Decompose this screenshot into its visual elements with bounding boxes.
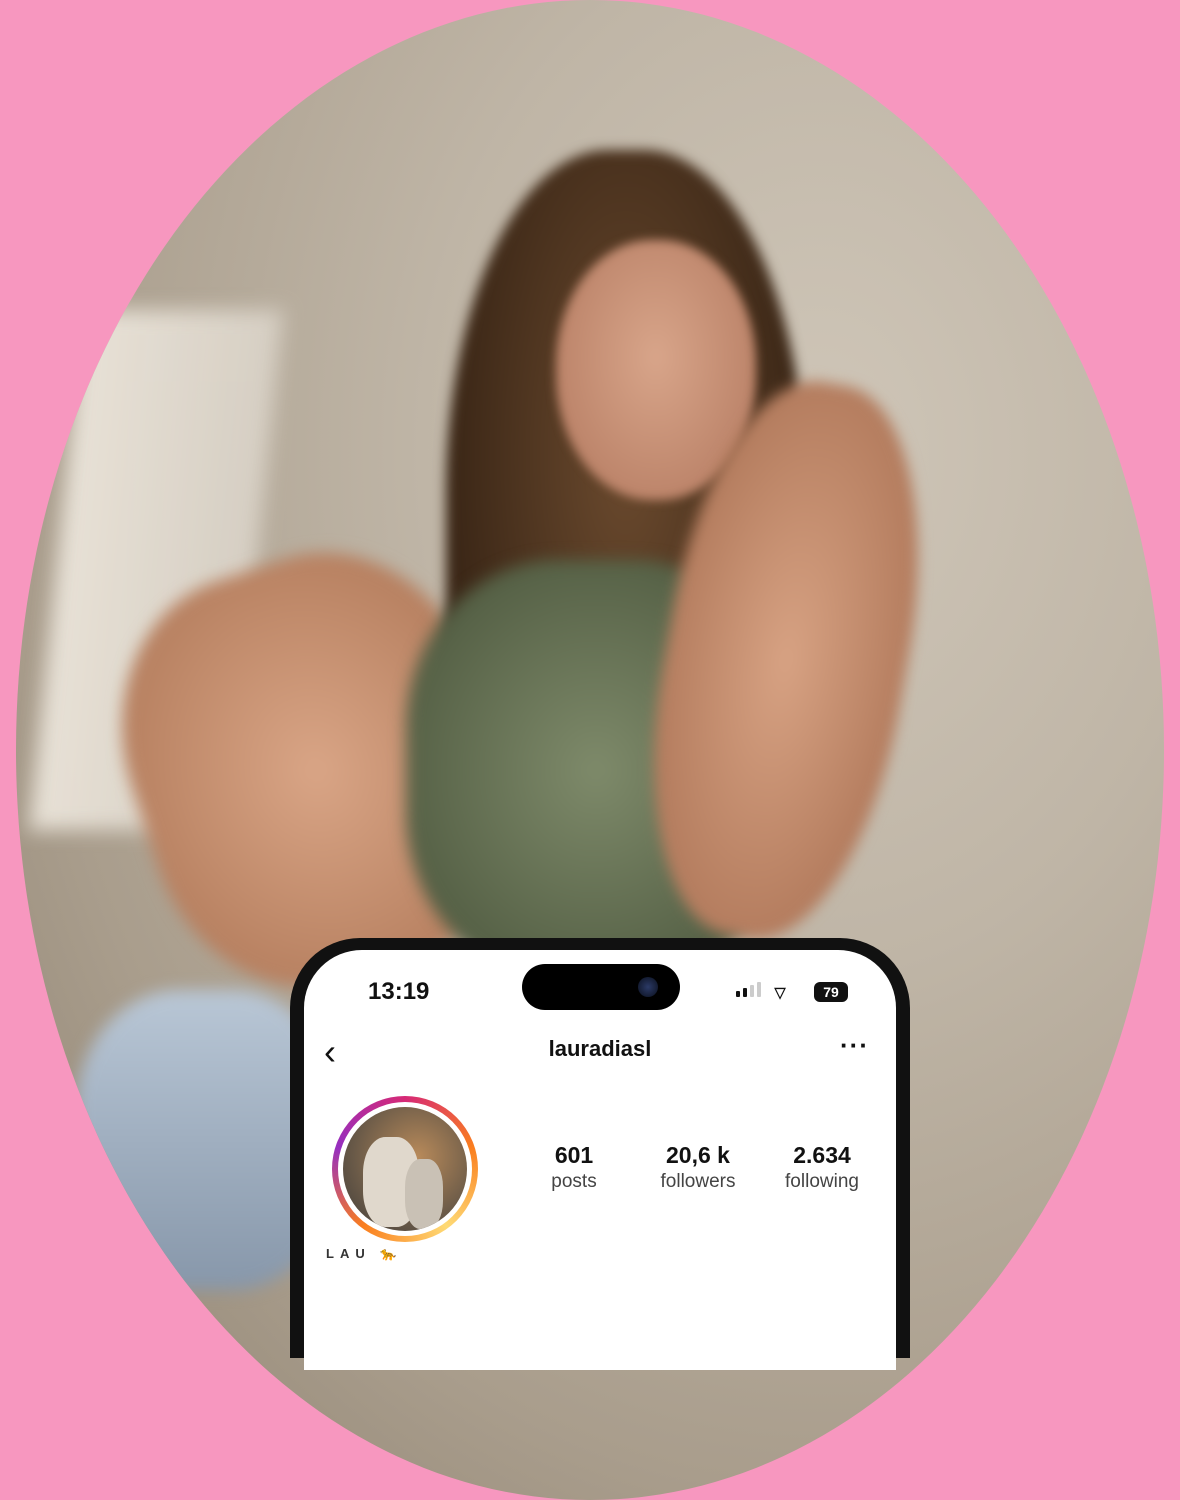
stat-value: 601 xyxy=(554,1142,594,1168)
stat-followers[interactable]: 20,6 k followers xyxy=(650,1142,746,1193)
battery-icon: 79 xyxy=(814,982,848,1002)
phone-mockup: 13:19 ▿ 79 ‹ lauradiasl ··· 601 posts 20… xyxy=(290,938,910,1370)
stat-value: 2.634 xyxy=(793,1142,851,1168)
avatar xyxy=(343,1107,467,1231)
story-ring[interactable] xyxy=(332,1096,478,1242)
camera-icon xyxy=(638,977,658,997)
wifi-icon: ▿ xyxy=(774,979,787,1006)
avatar-border xyxy=(338,1102,472,1236)
phone-screen: 13:19 ▿ 79 ‹ lauradiasl ··· 601 posts 20… xyxy=(304,950,896,1370)
status-time: 13:19 xyxy=(368,978,430,1005)
more-horizontal-icon[interactable]: ··· xyxy=(840,1030,869,1061)
signal-icon xyxy=(736,982,761,997)
stat-posts[interactable]: 601 posts xyxy=(526,1142,622,1193)
stat-following[interactable]: 2.634 following xyxy=(774,1142,870,1193)
profile-username: lauradiasl xyxy=(548,1036,652,1061)
stat-label: following xyxy=(785,1171,859,1192)
profile-stats: 601 posts 20,6 k followers 2.634 followi… xyxy=(526,1142,870,1193)
stat-label: posts xyxy=(551,1171,597,1192)
stat-label: followers xyxy=(660,1171,736,1192)
avatar-child xyxy=(405,1159,443,1229)
dynamic-island xyxy=(522,964,680,1010)
stat-value: 20,6 k xyxy=(666,1142,730,1168)
profile-display-name: LAU 🐆 xyxy=(326,1246,403,1261)
